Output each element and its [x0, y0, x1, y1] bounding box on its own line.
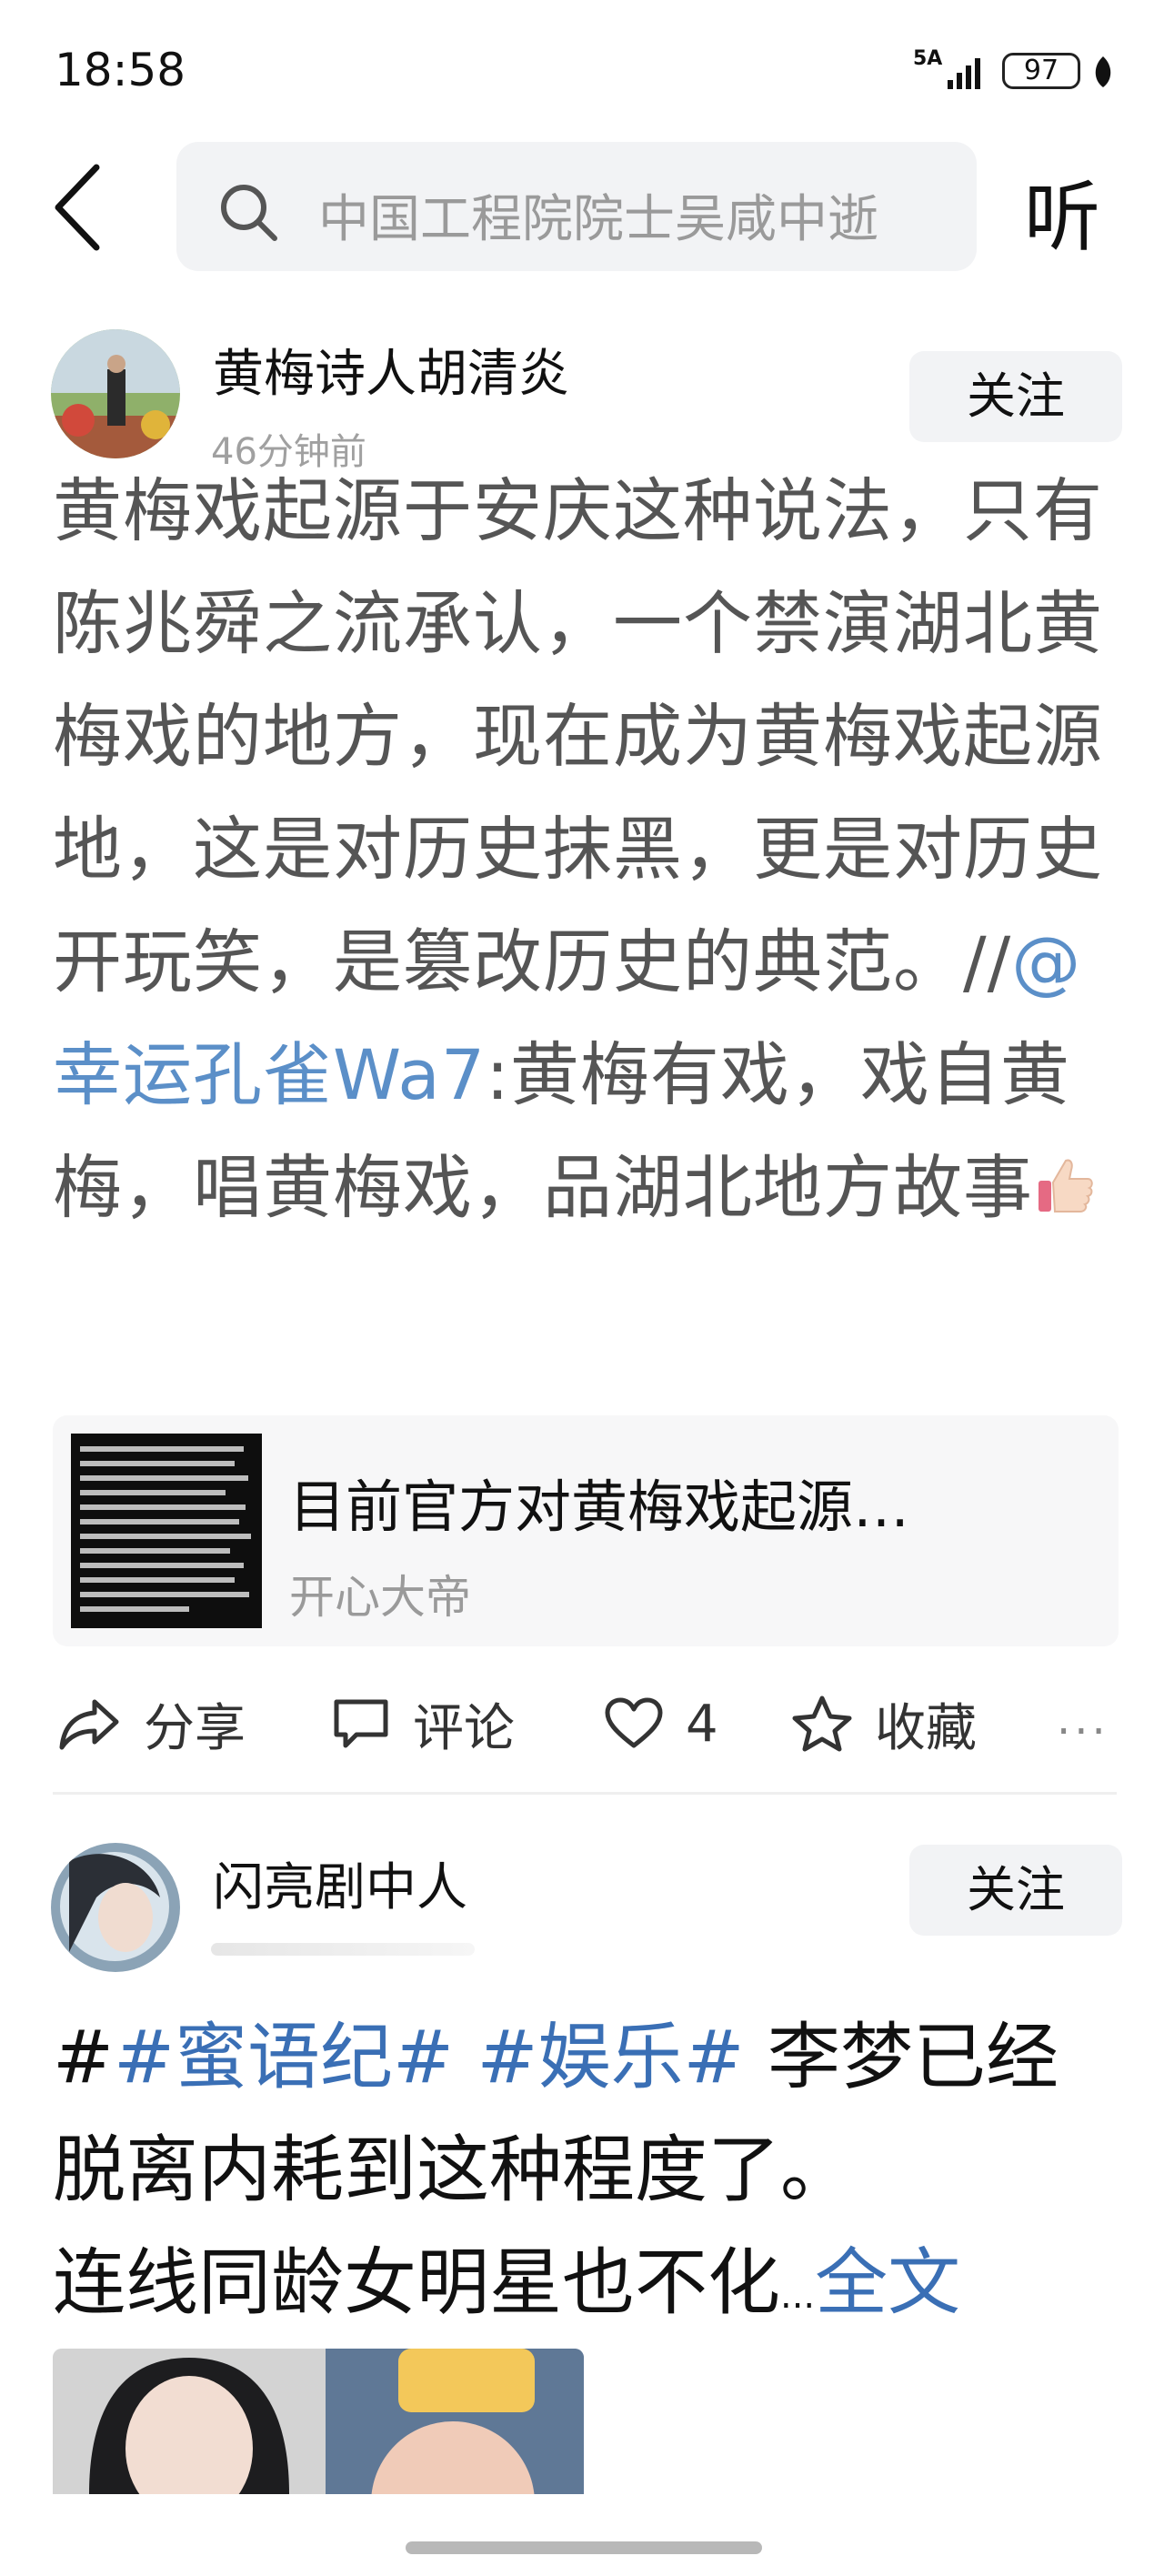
share-icon: [59, 1699, 119, 1750]
topic-tag[interactable]: #娱乐#: [477, 2015, 745, 2099]
card-title: 目前官方对黄梅戏起源…: [289, 1474, 910, 1540]
post-actions: 分享 评论 4 收藏: [0, 1674, 1164, 1774]
search-bar[interactable]: 中国工程院院士吴咸中逝: [176, 142, 977, 271]
battery-icon: 97: [1002, 53, 1080, 89]
post-body[interactable]: ##蜜语纪# #娱乐# 李梦已经脱离内耗到这种程度了。 连线同龄女明星也不化..…: [53, 2001, 1126, 2352]
post-author[interactable]: 黄梅诗人胡清炎: [213, 333, 569, 407]
post-text-line2: 连线同龄女明星也不化: [53, 2240, 780, 2325]
post-author[interactable]: 闪亮剧中人: [213, 1846, 467, 1920]
post-body[interactable]: 黄梅戏起源于安庆这种说法，只有陈兆舜之流承认，一个禁演湖北黄梅戏的地方，现在成为…: [53, 455, 1117, 1244]
avatar-photo: [51, 329, 180, 458]
full-text-link[interactable]: 全文: [815, 2240, 960, 2325]
media-image: [326, 2349, 584, 2494]
portrait-image: [326, 2349, 584, 2494]
post-media[interactable]: [53, 2349, 584, 2494]
topic-tag[interactable]: #蜜语纪#: [114, 2015, 454, 2099]
article-thumbnail: [71, 1434, 262, 1628]
home-indicator: [406, 2541, 762, 2554]
search-icon: [221, 185, 277, 241]
search-placeholder: 中国工程院院士吴咸中逝: [318, 190, 878, 249]
avatar-photo: [51, 1843, 180, 1972]
more-button[interactable]: ···: [1057, 1706, 1109, 1757]
comment-label: 评论: [413, 1698, 515, 1758]
heart-icon: [605, 1697, 663, 1748]
status-bar: 18:58 5A 97: [0, 0, 1164, 136]
like-button[interactable]: 4: [604, 1674, 718, 1774]
share-label: 分享: [144, 1698, 246, 1758]
link-card[interactable]: 目前官方对黄梅戏起源… 开心大帝: [53, 1415, 1119, 1646]
ellipsis: ...: [780, 2275, 816, 2317]
comment-button[interactable]: 评论: [331, 1674, 515, 1774]
listen-button[interactable]: 听: [1024, 156, 1100, 267]
avatar[interactable]: [51, 329, 180, 458]
star-icon: [792, 1696, 852, 1752]
post-text: 黄梅戏起源于安庆这种说法，只有陈兆舜之流承认，一个禁演湖北黄梅戏的地方，现在成为…: [53, 470, 1103, 1002]
back-icon[interactable]: [51, 162, 105, 253]
thumbs-up-icon: [1039, 1159, 1093, 1213]
like-count: 4: [686, 1694, 718, 1754]
media-image: [53, 2349, 326, 2494]
portrait-image: [53, 2349, 326, 2494]
favorite-label: 收藏: [875, 1698, 977, 1758]
network-type: 5A: [913, 47, 943, 70]
follow-button[interactable]: 关注: [909, 351, 1122, 442]
signal-icon: [948, 58, 980, 89]
status-time: 18:58: [55, 44, 186, 96]
avatar[interactable]: [51, 1843, 180, 1972]
post-time-placeholder: [211, 1943, 475, 1956]
follow-button[interactable]: 关注: [909, 1845, 1122, 1936]
share-button[interactable]: 分享: [58, 1674, 246, 1774]
post-divider: [53, 1792, 1117, 1795]
favorite-button[interactable]: 收藏: [791, 1674, 977, 1774]
comment-icon: [334, 1699, 388, 1748]
hash-prefix: #: [53, 2015, 115, 2099]
card-source: 开心大帝: [289, 1571, 471, 1624]
leaf-icon: [1095, 56, 1111, 87]
